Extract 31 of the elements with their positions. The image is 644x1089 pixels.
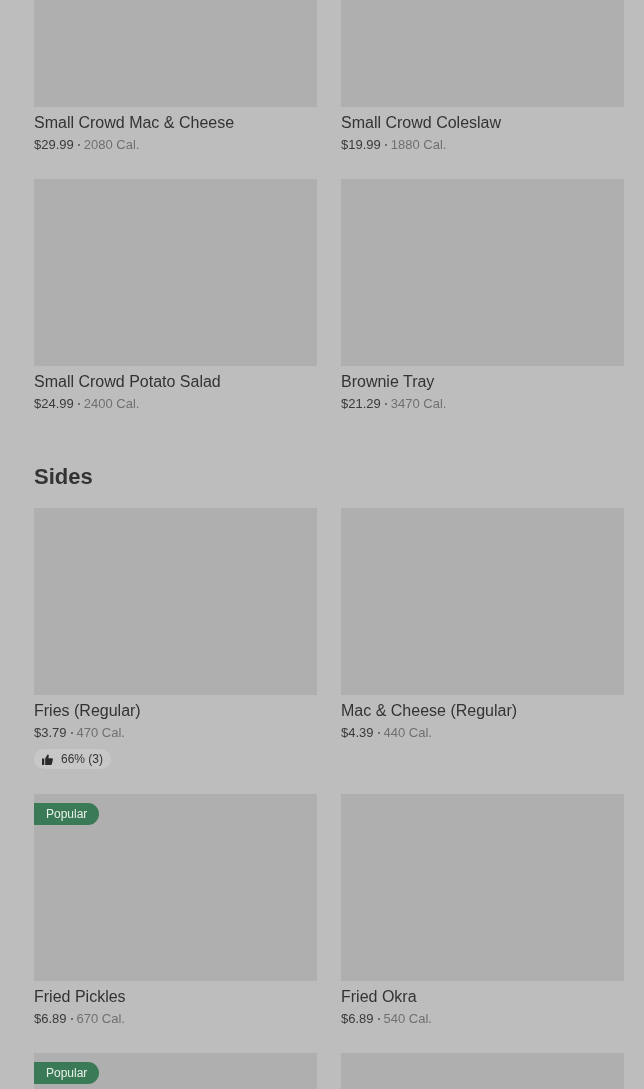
thumbs-up-icon [42,753,53,765]
popular-badge: Popular [34,1062,100,1084]
item-calories: 470 Cal. [76,724,125,742]
item-calories: 1880 Cal. [390,136,447,154]
item-price: $6.89 [341,1010,374,1028]
item-name[interactable]: Brownie Tray [341,372,624,392]
item-price: $4.39 [341,724,374,742]
item-calories: 3470 Cal. [390,395,447,413]
item-name[interactable]: Small Crowd Coleslaw [341,113,624,133]
item-name[interactable]: Fried Pickles [34,987,317,1007]
item-calories: 2400 Cal. [83,395,140,413]
image-placeholder[interactable]: Popular [34,794,317,981]
item-calories: 440 Cal. [383,724,432,742]
item-price: $3.79 [34,724,67,742]
item-name[interactable]: Mac & Cheese (Regular) [341,701,624,721]
item-calories: 670 Cal. [76,1010,125,1028]
item-calories: 2080 Cal. [83,136,140,154]
item-price: $24.99 [34,395,74,413]
item-name[interactable]: Fried Okra [341,987,624,1007]
section-heading: Sides [34,463,94,491]
item-price: $6.89 [34,1010,67,1028]
rating-text: 66% (3) [61,752,104,766]
item-price: $21.29 [341,395,381,413]
item-name[interactable]: Fries (Regular) [34,701,317,721]
image-placeholder[interactable]: Popular [34,1053,317,1089]
item-name[interactable]: Small Crowd Mac & Cheese [34,113,317,133]
item-price: $19.99 [341,136,381,154]
item-name[interactable]: Small Crowd Potato Salad [34,372,317,392]
item-price: $29.99 [34,136,74,154]
popular-badge: Popular [34,803,100,825]
item-calories: 540 Cal. [383,1010,432,1028]
